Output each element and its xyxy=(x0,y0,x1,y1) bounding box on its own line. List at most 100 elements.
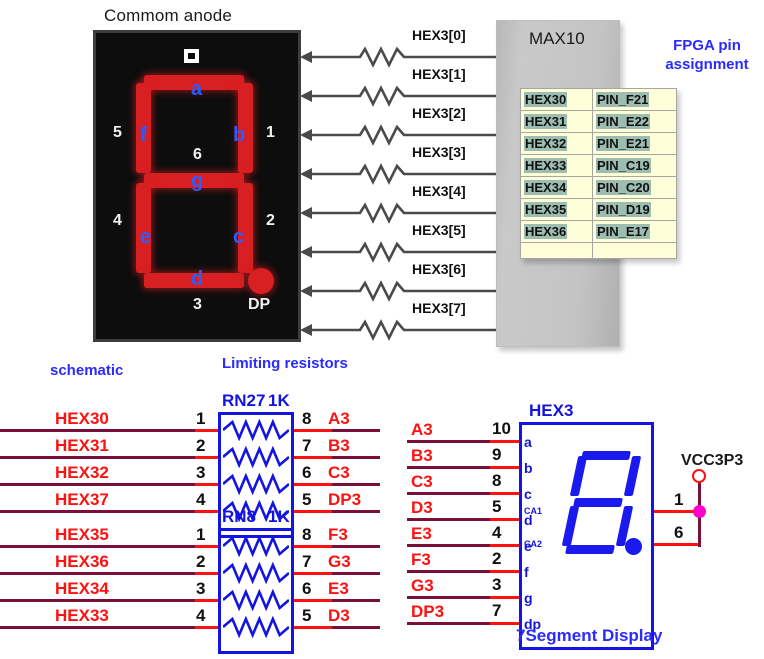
net-pin-stub xyxy=(490,440,519,443)
common-anode-wire xyxy=(654,543,700,546)
resistor-row-7: HEX3[7] xyxy=(300,300,500,343)
pin-table-row[interactable]: HEX33 PIN_C19 xyxy=(520,154,677,177)
pin-table-cell-empty[interactable] xyxy=(592,242,677,259)
net-wire xyxy=(0,509,195,513)
resistor-signal-label-3: HEX3[3] xyxy=(412,144,466,160)
pin-table-empty-row[interactable] xyxy=(520,242,677,259)
photo-pin-4: 4 xyxy=(113,212,122,229)
pin-table-text: HEX34 xyxy=(524,180,568,195)
pin-number-right: 6 xyxy=(302,578,312,598)
pin-table-row[interactable]: HEX32 PIN_E21 xyxy=(520,132,677,155)
arrow-head-7 xyxy=(300,324,312,336)
pin-number: 8 xyxy=(492,471,502,490)
net-pin-stub xyxy=(195,455,218,459)
pin-table-text: PIN_E17 xyxy=(596,224,651,239)
net-label-left: HEX31 xyxy=(55,435,109,455)
pin-table-cell-pin[interactable]: PIN_C20 xyxy=(592,176,677,199)
net-wire xyxy=(332,571,380,575)
pin-table-row[interactable]: HEX36 PIN_E17 xyxy=(520,220,677,243)
net-wire xyxy=(0,598,195,602)
net-pin-stub xyxy=(490,570,519,573)
net-label-left: HEX32 xyxy=(55,462,109,482)
arrow-head-3 xyxy=(300,168,312,180)
net-label: G3 xyxy=(411,576,434,595)
resistor-signal-label-7: HEX3[7] xyxy=(412,300,466,316)
net-pin-stub xyxy=(294,428,332,432)
resistor-row-3: HEX3[3] xyxy=(300,144,500,187)
pin-table-cell-signal[interactable]: HEX34 xyxy=(520,176,593,199)
common-anode-pin-number-1: 1 xyxy=(674,490,684,509)
pin-table-cell-empty[interactable] xyxy=(520,242,593,259)
net-pin-stub xyxy=(490,518,519,521)
resistor-signal-label-1: HEX3[1] xyxy=(412,66,466,82)
rn8-value-label: 1K xyxy=(268,507,290,526)
rn27-value-label: 1K xyxy=(268,391,290,410)
resistor-symbol-7 xyxy=(300,319,500,341)
hex3-pin-name-b: b xyxy=(524,460,533,476)
pin-table-row[interactable]: HEX35 PIN_D19 xyxy=(520,198,677,221)
resistor-signal-label-6: HEX3[6] xyxy=(412,261,466,277)
glyph-segment-d xyxy=(565,545,615,554)
pin-number: 7 xyxy=(492,601,502,620)
photo-pin-5: 5 xyxy=(113,124,122,141)
net-pin-stub xyxy=(490,596,519,599)
pin-table-cell-pin[interactable]: PIN_D19 xyxy=(592,198,677,221)
pin-table-cell-signal[interactable]: HEX35 xyxy=(520,198,593,221)
net-wire xyxy=(0,544,195,548)
pin-table-cell-signal[interactable]: HEX36 xyxy=(520,220,593,243)
pin-table-row[interactable]: HEX30 PIN_F21 xyxy=(520,88,677,111)
seven-segment-display-label: 7Segment Display xyxy=(516,626,663,645)
net-wire xyxy=(407,492,490,495)
net-label-left: HEX36 xyxy=(55,551,109,571)
pin-table-cell-pin[interactable]: PIN_F21 xyxy=(592,88,677,111)
seven-segment-display-photo: a b c d e f g 1 2 3 4 5 6 DP xyxy=(93,30,301,342)
pin-table-cell-pin[interactable]: PIN_E17 xyxy=(592,220,677,243)
net-wire xyxy=(0,571,195,575)
arrow-head-2 xyxy=(300,129,312,141)
resistor-symbol-3 xyxy=(300,163,500,185)
net-label-right: C3 xyxy=(328,462,350,482)
pin-table-cell-signal[interactable]: HEX30 xyxy=(520,88,593,111)
pin-table-cell-pin[interactable]: PIN_C19 xyxy=(592,154,677,177)
net-wire xyxy=(332,509,380,513)
resistor-row-4: HEX3[4] xyxy=(300,183,500,226)
resistor-row-6: HEX3[6] xyxy=(300,261,500,304)
pin-table-text: PIN_E21 xyxy=(596,136,651,151)
glyph-segment-a xyxy=(581,451,631,460)
photo-pin-1: 1 xyxy=(266,124,275,141)
pin-table-cell-pin[interactable]: PIN_E22 xyxy=(592,110,677,133)
segment-label-c: c xyxy=(233,226,245,248)
pin-table-cell-signal[interactable]: HEX31 xyxy=(520,110,593,133)
segment-label-e: e xyxy=(140,226,152,248)
pin-table-text: PIN_F21 xyxy=(596,92,650,107)
pin-table-cell-signal[interactable]: HEX33 xyxy=(520,154,593,177)
net-pin-stub xyxy=(294,509,332,513)
segment-label-b: b xyxy=(233,124,246,146)
net-label: C3 xyxy=(411,472,433,491)
net-label-left: HEX37 xyxy=(55,489,109,509)
net-wire xyxy=(332,625,380,629)
pin-number-right: 6 xyxy=(302,462,312,482)
net-wire xyxy=(407,440,490,443)
net-pin-stub xyxy=(195,482,218,486)
pin-table-cell-pin[interactable]: PIN_E21 xyxy=(592,132,677,155)
net-label-right: F3 xyxy=(328,524,348,544)
pin-table-row[interactable]: HEX31 PIN_E22 xyxy=(520,110,677,133)
resistor-signal-label-4: HEX3[4] xyxy=(412,183,466,199)
pin-number-right: 5 xyxy=(302,605,312,625)
net-pin-stub xyxy=(294,455,332,459)
pin-table-row[interactable]: HEX34 PIN_C20 xyxy=(520,176,677,199)
net-pin-stub xyxy=(294,482,332,486)
net-wire xyxy=(407,570,490,573)
net-wire xyxy=(0,482,195,486)
pin-number-right: 8 xyxy=(302,408,312,428)
net-pin-stub xyxy=(294,598,332,602)
square-marker-icon xyxy=(184,49,199,63)
pin-table-cell-signal[interactable]: HEX32 xyxy=(520,132,593,155)
net-pin-stub xyxy=(195,509,218,513)
rn27-element-0 xyxy=(223,418,289,441)
pin-number-right: 5 xyxy=(302,489,312,509)
net-pin-stub xyxy=(195,598,218,602)
resistor-symbol-4 xyxy=(300,202,500,224)
hex3-ref-label: HEX3 xyxy=(529,401,574,420)
